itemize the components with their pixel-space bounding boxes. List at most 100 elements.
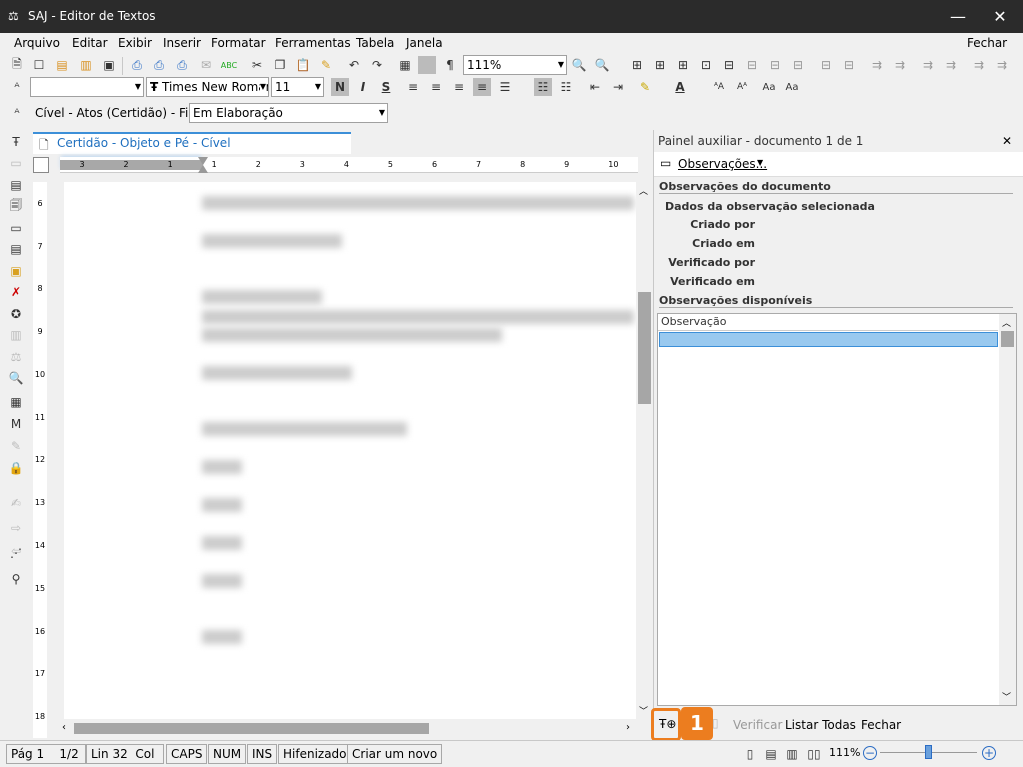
scroll-down-icon[interactable]: ﹀ (1002, 690, 1011, 703)
list-scrollbar[interactable]: ︿ ﹀ (999, 314, 1016, 705)
menu-formatar[interactable]: Formatar (211, 36, 266, 50)
yellow-doc-icon[interactable]: ▣ (7, 262, 25, 280)
format-painter-icon[interactable]: ✎ (317, 56, 335, 74)
redo-icon[interactable]: ↷ (368, 56, 386, 74)
font-select[interactable]: Ŧ Times New Roman ▼ (146, 77, 269, 97)
horizontal-scrollbar[interactable]: ‹ › (60, 720, 640, 737)
scroll-thumb[interactable] (1001, 331, 1014, 347)
scroll-up-icon[interactable]: ︿ (639, 184, 648, 197)
table-delete-row-icon[interactable]: ⊟ (766, 56, 784, 74)
flow2-icon[interactable]: ⇉ (891, 56, 909, 74)
align-center-icon[interactable]: ≡ (427, 78, 445, 96)
pin-icon[interactable]: ⚲ (7, 570, 25, 588)
add-text-button[interactable]: Ŧ⊕ (651, 708, 681, 741)
observations-dropdown[interactable]: Observações... (678, 157, 767, 171)
insert-table-icon[interactable]: ▦ (396, 56, 414, 74)
email-icon[interactable]: ✉ (197, 56, 215, 74)
flow4-icon[interactable]: ⇉ (942, 56, 960, 74)
calendar-icon[interactable]: ▦ (7, 393, 25, 411)
menu-tabela[interactable]: Tabela (356, 36, 394, 50)
shrink-font-icon[interactable]: Aᴬ (733, 78, 751, 96)
outdent-icon[interactable]: ⇤ (586, 78, 604, 96)
disabled-tool-icon[interactable]: ▭ (7, 154, 25, 172)
open-recent-icon[interactable]: ▥ (77, 56, 95, 74)
minimize-button[interactable]: — (935, 0, 981, 33)
pilcrow-icon[interactable]: ¶ (441, 56, 459, 74)
zoom-in-icon[interactable]: 🔍 (593, 56, 611, 74)
queue-select[interactable]: Em Elaboração ▼ (189, 103, 388, 123)
table-cols-icon[interactable]: ⊞ (674, 56, 692, 74)
style-icon[interactable]: ᴬ (8, 78, 26, 96)
signature-disabled-icon[interactable]: ✍ (7, 494, 25, 512)
search-disabled-icon[interactable]: 🔍 (7, 369, 25, 387)
scroll-right-icon[interactable]: › (626, 722, 630, 733)
scroll-left-icon[interactable]: ‹ (62, 722, 66, 733)
print-icon[interactable]: ⎙ (128, 56, 146, 74)
line-spacing-icon[interactable]: ☰ (496, 78, 514, 96)
close-doc-label[interactable]: Fechar (967, 36, 1007, 50)
font-color-icon[interactable]: A (671, 78, 689, 96)
list-doc-icon[interactable]: ▤ (7, 240, 25, 258)
undo-icon[interactable]: ↶ (345, 56, 363, 74)
award-icon[interactable]: ✪ (7, 305, 25, 323)
paste-icon[interactable]: 📋 (294, 56, 312, 74)
table-insert-col-icon[interactable]: ⊟ (789, 56, 807, 74)
grid-disabled-icon[interactable]: ▥ (7, 326, 25, 344)
justify-icon[interactable]: ≡ (473, 78, 491, 96)
menu-arquivo[interactable]: Arquivo (14, 36, 60, 50)
observations-list[interactable]: Observação ︿ ﹀ (657, 313, 1017, 706)
table-split-icon[interactable]: ⊟ (720, 56, 738, 74)
menu-ferramentas[interactable]: Ferramentas (275, 36, 351, 50)
document-page[interactable] (64, 182, 636, 719)
edit-disabled-icon[interactable]: ✎ (7, 437, 25, 455)
template-icon[interactable]: ▤ (7, 176, 25, 194)
blank-doc-icon[interactable]: ☐ (30, 56, 48, 74)
underline-icon[interactable]: S (377, 78, 395, 96)
delete-doc-icon[interactable]: ✗ (7, 283, 25, 301)
indent-icon[interactable]: ⇥ (609, 78, 627, 96)
table-merge-icon[interactable]: ⊡ (697, 56, 715, 74)
view-web-icon[interactable]: ▤ (762, 745, 780, 763)
menu-exibir[interactable]: Exibir (118, 36, 152, 50)
tab-document[interactable]: 🗋 Certidão - Objeto e Pé - Cível (33, 132, 351, 168)
document-search-icon[interactable]: 🗐 (7, 197, 25, 215)
table-props-icon[interactable]: ⊟ (840, 56, 858, 74)
marker-icon[interactable]: M (7, 415, 25, 433)
scroll-hthumb[interactable] (74, 723, 429, 734)
lock-icon[interactable]: 🔒 (7, 459, 25, 477)
flow6-icon[interactable]: ⇉ (993, 56, 1011, 74)
print-setup-icon[interactable]: ⎙ (173, 56, 191, 74)
panel-close-button[interactable]: Fechar (861, 718, 901, 732)
scroll-down-icon[interactable]: ﹀ (639, 704, 648, 717)
zoom-slider-thumb[interactable] (925, 745, 932, 759)
zoom-out-icon[interactable]: 🔍 (570, 56, 588, 74)
align-left-icon[interactable]: ≡ (404, 78, 422, 96)
flow3-icon[interactable]: ⇉ (919, 56, 937, 74)
font-size-select[interactable]: 11 ▼ (271, 77, 324, 97)
spellcheck-icon[interactable]: ABC (220, 56, 238, 74)
status-create[interactable]: Criar um novo (347, 744, 443, 764)
scroll-thumb[interactable] (638, 292, 651, 404)
table-row[interactable] (659, 332, 998, 347)
zoom-in-button[interactable]: + (982, 746, 996, 760)
cut-icon[interactable]: ✂ (248, 56, 266, 74)
italic-icon[interactable]: I (354, 78, 372, 96)
menu-inserir[interactable]: Inserir (163, 36, 201, 50)
comment-icon[interactable]: ▭ (7, 219, 25, 237)
scroll-up-icon[interactable]: ︿ (1002, 316, 1011, 329)
bullets-icon[interactable]: ☷ (534, 78, 552, 96)
list-all-button[interactable]: Listar Todas (785, 718, 856, 732)
stamp-disabled-icon[interactable]: ⚖ (7, 348, 25, 366)
grow-font-icon[interactable]: ᴬA (710, 78, 728, 96)
save-icon[interactable]: ▣ (100, 56, 118, 74)
copy-icon[interactable]: ❐ (271, 56, 289, 74)
flow5-icon[interactable]: ⇉ (970, 56, 988, 74)
bold-icon[interactable]: N (331, 78, 349, 96)
highlight-icon[interactable]: ✎ (636, 78, 654, 96)
export-disabled-icon[interactable]: ⇨ (7, 519, 25, 537)
numbering-icon[interactable]: ☷ (557, 78, 575, 96)
view-split-icon[interactable]: ▥ (783, 745, 801, 763)
view-book-icon[interactable]: ▯▯ (805, 745, 823, 763)
show-grid-icon[interactable] (418, 56, 436, 74)
disabled-tool-icon[interactable]: ▯ (712, 716, 719, 730)
